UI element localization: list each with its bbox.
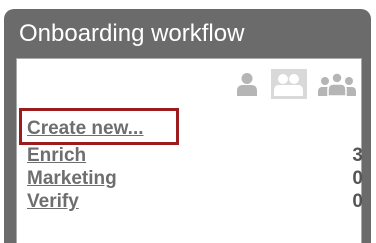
- workflow-list: Enrich 3 Marketing 0 Verify 0: [27, 145, 363, 214]
- two-users-view-button[interactable]: [271, 69, 307, 99]
- workflow-count: 0: [352, 191, 363, 212]
- workflow-count: 3: [352, 145, 363, 166]
- single-user-icon: [236, 72, 258, 96]
- user-group-icon: [317, 72, 357, 96]
- list-item: Marketing 0: [27, 168, 363, 191]
- single-user-view-button[interactable]: [232, 69, 262, 99]
- panel-title: Onboarding workflow: [19, 20, 245, 47]
- list-item: Verify 0: [27, 191, 363, 214]
- workflow-link-verify[interactable]: Verify: [27, 191, 79, 213]
- onboarding-workflow-panel: Onboarding workflow Create new... Enrich…: [4, 9, 371, 243]
- workflow-count: 0: [352, 168, 363, 189]
- workflow-link-enrich[interactable]: Enrich: [27, 145, 86, 167]
- user-group-view-button[interactable]: [316, 69, 358, 99]
- two-users-icon: [273, 72, 305, 96]
- create-new-link[interactable]: Create new...: [27, 117, 144, 141]
- list-item: Enrich 3: [27, 145, 363, 168]
- workflow-link-marketing[interactable]: Marketing: [27, 168, 117, 190]
- view-toggle: [223, 69, 358, 99]
- panel-body: Create new... Enrich 3 Marketing 0 Verif…: [16, 58, 363, 243]
